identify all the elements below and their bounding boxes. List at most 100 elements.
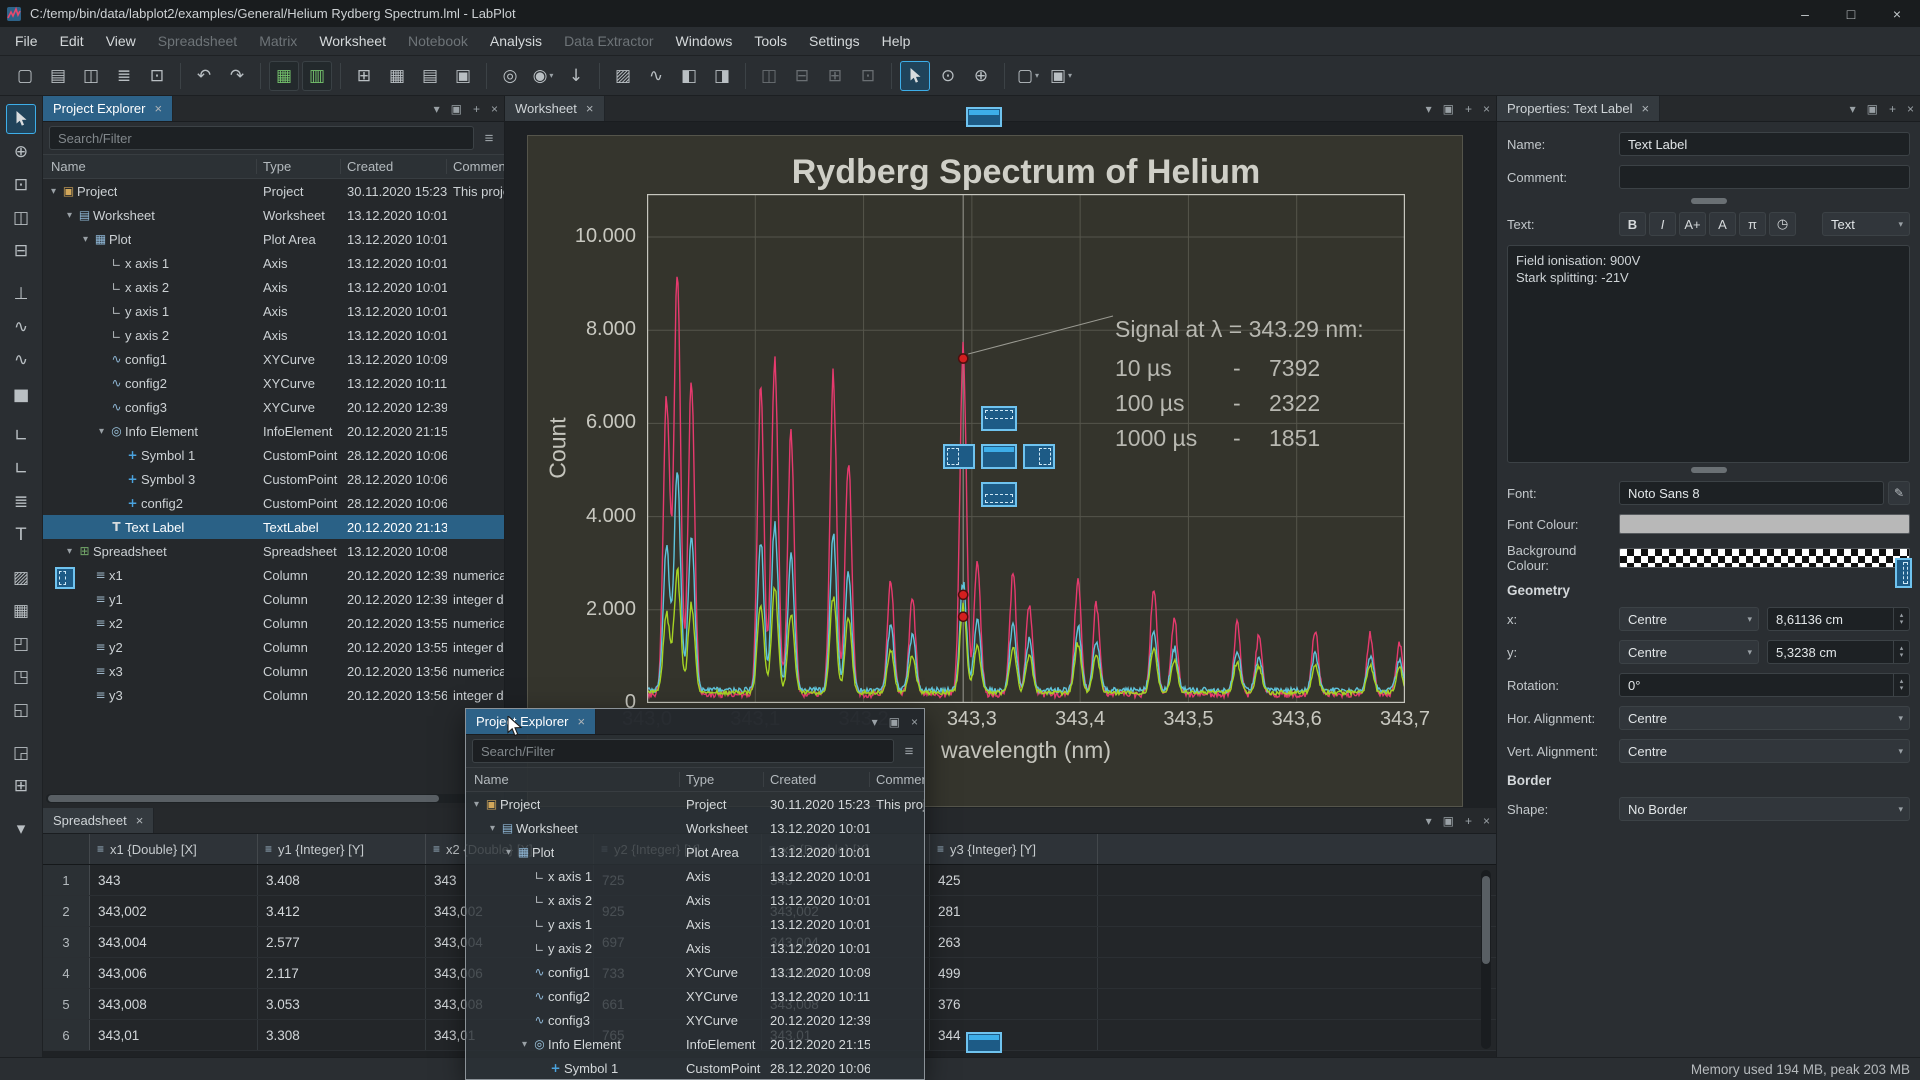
- table-cell[interactable]: 425: [930, 865, 1098, 895]
- table-cell[interactable]: 344: [930, 1020, 1098, 1050]
- resize-handle[interactable]: [1691, 467, 1727, 473]
- bold-button[interactable]: B: [1619, 212, 1646, 236]
- font-size-up-button[interactable]: A+: [1679, 212, 1706, 236]
- menu-spreadsheet[interactable]: Spreadsheet: [147, 27, 248, 55]
- tree-row-text-label[interactable]: TText LabelTextLabel20.12.2020 21:13: [43, 515, 504, 539]
- open-project-button[interactable]: ▤: [43, 61, 73, 91]
- column-header-name[interactable]: Name: [43, 159, 257, 174]
- tree-row-symbol-1[interactable]: +Symbol 1CustomPoint28.12.2020 10:06: [466, 1056, 924, 1079]
- zoom-y-tool[interactable]: ⊟: [6, 236, 36, 266]
- spin-down-icon[interactable]: ▾: [1900, 685, 1904, 692]
- filter-icon[interactable]: ≡: [900, 743, 918, 760]
- close-button[interactable]: ×: [1874, 0, 1920, 27]
- shift-left-button[interactable]: ◧: [674, 61, 704, 91]
- toggle-properties-button[interactable]: ▥: [302, 61, 332, 91]
- add-text-label-button[interactable]: T: [6, 520, 36, 550]
- spin-up-icon[interactable]: ▴: [1900, 678, 1904, 685]
- table-cell[interactable]: 2.117: [258, 958, 426, 988]
- y-offset-spinbox[interactable]: 5,3238 cm ▴▾: [1767, 640, 1910, 664]
- new-matrix-button[interactable]: ▦: [382, 61, 412, 91]
- tree-row-info-element[interactable]: ▾◎Info ElementInfoElement20.12.2020 21:1…: [466, 1032, 924, 1056]
- search-input[interactable]: [472, 739, 894, 763]
- panel-menu-icon[interactable]: ▾: [1850, 102, 1856, 116]
- column-header-created[interactable]: Created: [341, 159, 447, 174]
- table-cell[interactable]: 3.053: [258, 989, 426, 1019]
- maximize-button[interactable]: □: [1828, 0, 1874, 27]
- tree-row-project[interactable]: ▾▣ProjectProject30.11.2020 15:23This pro…: [43, 179, 504, 203]
- close-split-button[interactable]: ⊡: [853, 61, 883, 91]
- text-mode-select[interactable]: Text ▾: [1822, 212, 1910, 236]
- column-header-created[interactable]: Created: [764, 772, 870, 787]
- tree-row-config1[interactable]: ∿config1XYCurve13.12.2020 10:09: [43, 347, 504, 371]
- column-header-type[interactable]: Type: [680, 772, 764, 787]
- zoom-x-tool[interactable]: ◫: [6, 203, 36, 233]
- tab-project-explorer-floating[interactable]: Project Explorer ×: [466, 709, 596, 734]
- tree-row-symbol-3[interactable]: +Symbol 3CustomPoint28.12.2020 10:06: [43, 467, 504, 491]
- pin-panel-icon[interactable]: +: [473, 102, 480, 116]
- datetime-button[interactable]: ◷: [1769, 212, 1796, 236]
- tree-row-config3[interactable]: ∿config3XYCurve20.12.2020 12:39: [43, 395, 504, 419]
- add-curve-button[interactable]: ∿: [6, 312, 36, 342]
- spin-down-icon[interactable]: ▾: [1900, 619, 1904, 626]
- row-number[interactable]: 2: [43, 896, 90, 926]
- grid-bottom-right-button[interactable]: ◲: [6, 738, 36, 768]
- resize-handle[interactable]: [1691, 198, 1727, 204]
- menu-windows[interactable]: Windows: [665, 27, 744, 55]
- zoom-fit-button[interactable]: ⊕: [966, 61, 996, 91]
- font-field[interactable]: [1619, 481, 1884, 505]
- scrollbar-thumb[interactable]: [48, 795, 439, 802]
- datapicker-curve-button[interactable]: ∿: [641, 61, 671, 91]
- font-picker-button[interactable]: ✎: [1888, 481, 1910, 505]
- table-cell[interactable]: 2.577: [258, 927, 426, 957]
- menu-settings[interactable]: Settings: [798, 27, 871, 55]
- menu-data-extractor[interactable]: Data Extractor: [553, 27, 664, 55]
- border-shape-select[interactable]: No Border ▾: [1619, 797, 1910, 821]
- table-cell[interactable]: 343,01: [90, 1020, 258, 1050]
- expand-icon[interactable]: ▾: [95, 426, 108, 437]
- italic-button[interactable]: I: [1649, 212, 1676, 236]
- close-panel-icon[interactable]: ×: [1907, 102, 1914, 116]
- expand-icon[interactable]: ▾: [486, 823, 499, 834]
- tab-spreadsheet[interactable]: Spreadsheet ×: [43, 808, 154, 833]
- tree-row-y-axis-1[interactable]: ∟y axis 1Axis13.12.2020 10:01: [466, 912, 924, 936]
- new-spreadsheet-button[interactable]: ⊞: [349, 61, 379, 91]
- column-header-y1[interactable]: ≡y1 {Integer} [Y]: [258, 834, 426, 864]
- zoom-selection-tool[interactable]: ⊡: [6, 170, 36, 200]
- table-cell[interactable]: 263: [930, 927, 1098, 957]
- comment-field[interactable]: [1619, 165, 1910, 189]
- horizontal-scrollbar[interactable]: [46, 794, 501, 803]
- name-field[interactable]: [1619, 132, 1910, 156]
- undo-button[interactable]: ↶: [189, 61, 219, 91]
- split-view-bottom-button[interactable]: ⊟: [787, 61, 817, 91]
- undock-panel-icon[interactable]: ▣: [451, 102, 462, 116]
- add-legend-button[interactable]: ≣: [6, 487, 36, 517]
- spin-down-icon[interactable]: ▾: [1900, 652, 1904, 659]
- shift-right-button[interactable]: ◨: [707, 61, 737, 91]
- floating-project-explorer[interactable]: Project Explorer × ▾▣× ≡ Name Type Creat…: [465, 708, 925, 1080]
- tree-row-x-axis-2[interactable]: ∟x axis 2Axis13.12.2020 10:01: [466, 888, 924, 912]
- column-header-comment[interactable]: Comment: [447, 159, 504, 174]
- info-element-label[interactable]: Signal at λ = 343.29 nm: 10 µs-7392100 µ…: [1115, 316, 1364, 456]
- table-cell[interactable]: 499: [930, 958, 1098, 988]
- add-equation-curve-button[interactable]: ∿: [6, 345, 36, 375]
- filter-icon[interactable]: ≡: [480, 130, 498, 147]
- split-view-grid-button[interactable]: ⊞: [820, 61, 850, 91]
- menu-help[interactable]: Help: [871, 27, 922, 55]
- text-content-area[interactable]: Field ionisation: 900V Stark splitting: …: [1507, 245, 1910, 463]
- menu-worksheet[interactable]: Worksheet: [308, 27, 397, 55]
- expand-icon[interactable]: ▾: [470, 799, 483, 810]
- table-cell[interactable]: 343,008: [90, 989, 258, 1019]
- panel-menu-icon[interactable]: ▾: [872, 715, 878, 729]
- column-header-comment[interactable]: Comment: [870, 772, 924, 787]
- tree-row-config2[interactable]: ∿config2XYCurve13.12.2020 10:11: [43, 371, 504, 395]
- search-input[interactable]: [49, 126, 474, 150]
- tree-row-config3[interactable]: ∿config3XYCurve20.12.2020 12:39: [466, 1008, 924, 1032]
- tree-row-x2[interactable]: ≡x2Column20.12.2020 13:55numerical: [43, 611, 504, 635]
- tab-properties-text-label[interactable]: Properties: Text Label ×: [1497, 96, 1660, 121]
- spin-up-icon[interactable]: ▴: [1900, 612, 1904, 619]
- background-colour-swatch[interactable]: [1619, 548, 1910, 568]
- pin-panel-icon[interactable]: +: [1465, 102, 1472, 116]
- tree-row-plot[interactable]: ▾▦PlotPlot Area13.12.2020 10:01: [43, 227, 504, 251]
- expand-icon[interactable]: ▾: [63, 210, 76, 221]
- grid-top-left-button[interactable]: ◰: [6, 629, 36, 659]
